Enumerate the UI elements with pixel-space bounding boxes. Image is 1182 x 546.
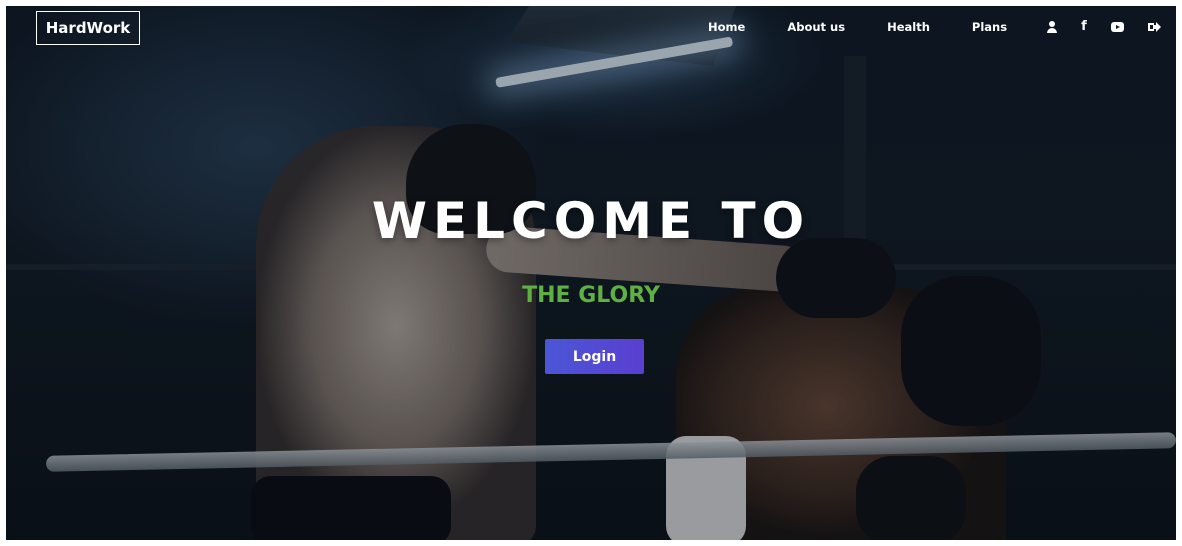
hero-title: WELCOME TO (371, 192, 811, 250)
brand-logo[interactable]: HardWork (36, 11, 140, 45)
nav-link-plans[interactable]: Plans (972, 20, 1007, 34)
logout-icon[interactable] (1147, 22, 1161, 32)
main-nav: Home About us Health Plans f (708, 20, 1161, 34)
nav-link-about-us[interactable]: About us (787, 20, 845, 34)
hero-subtitle: THE GLORY (522, 283, 660, 308)
youtube-icon[interactable] (1110, 22, 1124, 32)
nav-link-home[interactable]: Home (708, 20, 745, 34)
dark-overlay (6, 6, 1176, 540)
user-icon[interactable] (1047, 21, 1058, 33)
nav-link-health[interactable]: Health (887, 20, 930, 34)
facebook-icon[interactable]: f (1081, 20, 1087, 33)
login-button[interactable]: Login (545, 339, 644, 374)
hero-background (6, 6, 1176, 540)
